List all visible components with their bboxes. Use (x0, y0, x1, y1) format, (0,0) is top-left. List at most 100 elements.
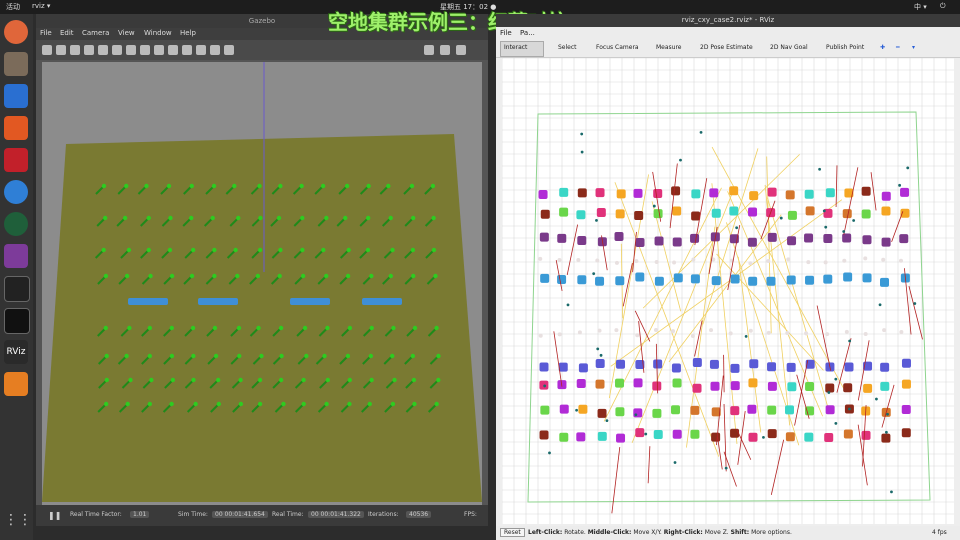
uav-light (365, 247, 371, 253)
robot-marker (711, 208, 721, 218)
toolbar-tool-icon (84, 45, 94, 55)
apps-grid-icon[interactable]: ⋮⋮ (4, 512, 32, 536)
uav-light (168, 215, 173, 221)
uav-light (392, 377, 397, 383)
robot-marker (672, 260, 677, 265)
uav-light (103, 401, 109, 407)
right-click-text: Move Z. (702, 529, 731, 536)
menu-camera[interactable]: Camera (82, 29, 109, 37)
menu-view[interactable]: View (118, 29, 135, 37)
uav-light (369, 377, 374, 383)
browser-icon[interactable] (4, 212, 28, 236)
waypoint-dot (548, 451, 551, 455)
robot-marker (559, 432, 569, 442)
tool-focus-camera[interactable]: Focus Camera (596, 44, 639, 51)
terminal-app-icon[interactable] (4, 148, 28, 172)
uav-light (147, 353, 152, 359)
robot-marker (805, 206, 815, 216)
robot-marker (616, 433, 626, 443)
media-icon[interactable] (4, 244, 28, 268)
rviz-3d-view[interactable] (502, 58, 954, 524)
trajectory-line (835, 165, 838, 208)
language-indicator[interactable]: 中 ▾ (914, 2, 927, 12)
robot-marker (825, 405, 835, 415)
tool-select[interactable]: Select (558, 44, 577, 51)
remove-tool-icon[interactable]: ━ (896, 44, 900, 51)
uav-light (144, 183, 149, 189)
uav-light (390, 247, 395, 253)
menu-file[interactable]: File (40, 29, 52, 37)
monitor-icon[interactable] (4, 276, 30, 302)
reset-button[interactable]: Reset (500, 528, 525, 537)
robot-marker (804, 233, 814, 243)
software-center-icon[interactable] (4, 116, 28, 140)
power-icon[interactable]: ⏻ (940, 2, 946, 11)
help-icon[interactable] (4, 180, 28, 204)
tool-interact[interactable]: Interact (504, 44, 527, 51)
robot-marker (805, 381, 815, 391)
robot-marker (766, 330, 771, 335)
uav-light (300, 273, 306, 279)
boundary-polygon (527, 111, 931, 503)
robot-marker (709, 188, 719, 198)
waypoint-dot (644, 432, 648, 436)
uav-light (169, 325, 174, 331)
uav-light (238, 377, 243, 383)
uav-light (278, 247, 283, 253)
robot-marker (654, 276, 664, 286)
menu-window[interactable]: Window (144, 29, 172, 37)
gazebo-icon[interactable] (4, 372, 28, 396)
add-tool-icon[interactable]: ✚ (880, 44, 885, 51)
robot-marker (842, 258, 847, 263)
robot-marker (539, 362, 549, 372)
uav-light (278, 377, 284, 383)
robot-marker (633, 378, 643, 388)
uav-light (211, 183, 217, 189)
yellow-path (711, 146, 846, 392)
pause-icon[interactable]: ❚❚ (48, 511, 61, 520)
uav-light (210, 215, 215, 221)
waypoint-dot (699, 130, 703, 134)
menu-edit[interactable]: Edit (60, 29, 74, 37)
robot-marker (690, 429, 700, 439)
robot-marker (671, 186, 681, 196)
robot-marker (653, 209, 663, 219)
activities-button[interactable]: 活动 (6, 2, 20, 12)
robot-marker (595, 359, 605, 369)
robot-marker (862, 235, 872, 245)
tool-menu-icon[interactable]: ▾ (912, 44, 915, 51)
uav-light (169, 401, 174, 407)
toolbar-view-icon (424, 45, 434, 55)
rviz-window: rviz_cxy_case2.rviz* - RViz File Pa... I… (496, 14, 960, 540)
uav-light (388, 273, 393, 279)
waypoint-dot (818, 167, 822, 171)
rviz-menu-panels[interactable]: Pa... (520, 29, 535, 37)
files-icon[interactable] (4, 52, 28, 76)
uav-light (367, 401, 372, 407)
tool-publish-point[interactable]: Publish Point (826, 44, 864, 51)
uav-light (300, 215, 305, 221)
vscode-icon[interactable] (4, 84, 28, 108)
uav-light (369, 273, 374, 279)
trajectory-line (723, 403, 727, 472)
rviz-menu-file[interactable]: File (500, 29, 512, 37)
uav-light (390, 353, 395, 359)
robot-marker (748, 432, 758, 442)
toolbar-tool-icon (224, 45, 234, 55)
robot-marker (615, 378, 625, 388)
rviz-icon[interactable]: RViz (4, 340, 28, 364)
gazebo-viewport[interactable] (42, 62, 482, 516)
uav-light (386, 183, 391, 189)
tool-2d-nav-goal[interactable]: 2D Nav Goal (770, 44, 808, 51)
toolbar-tool-icon (56, 45, 66, 55)
tool-measure[interactable]: Measure (656, 44, 682, 51)
terminal-icon[interactable] (4, 308, 30, 334)
app-menu[interactable]: rviz ▾ (32, 2, 50, 10)
firefox-icon[interactable] (4, 20, 28, 44)
menu-help[interactable]: Help (180, 29, 196, 37)
uav-light (320, 183, 326, 189)
robot-marker (634, 210, 644, 220)
rviz-menubar: File Pa... (496, 27, 960, 40)
robot-marker (692, 383, 702, 393)
tool-2d-pose-estimate[interactable]: 2D Pose Estimate (700, 44, 753, 51)
